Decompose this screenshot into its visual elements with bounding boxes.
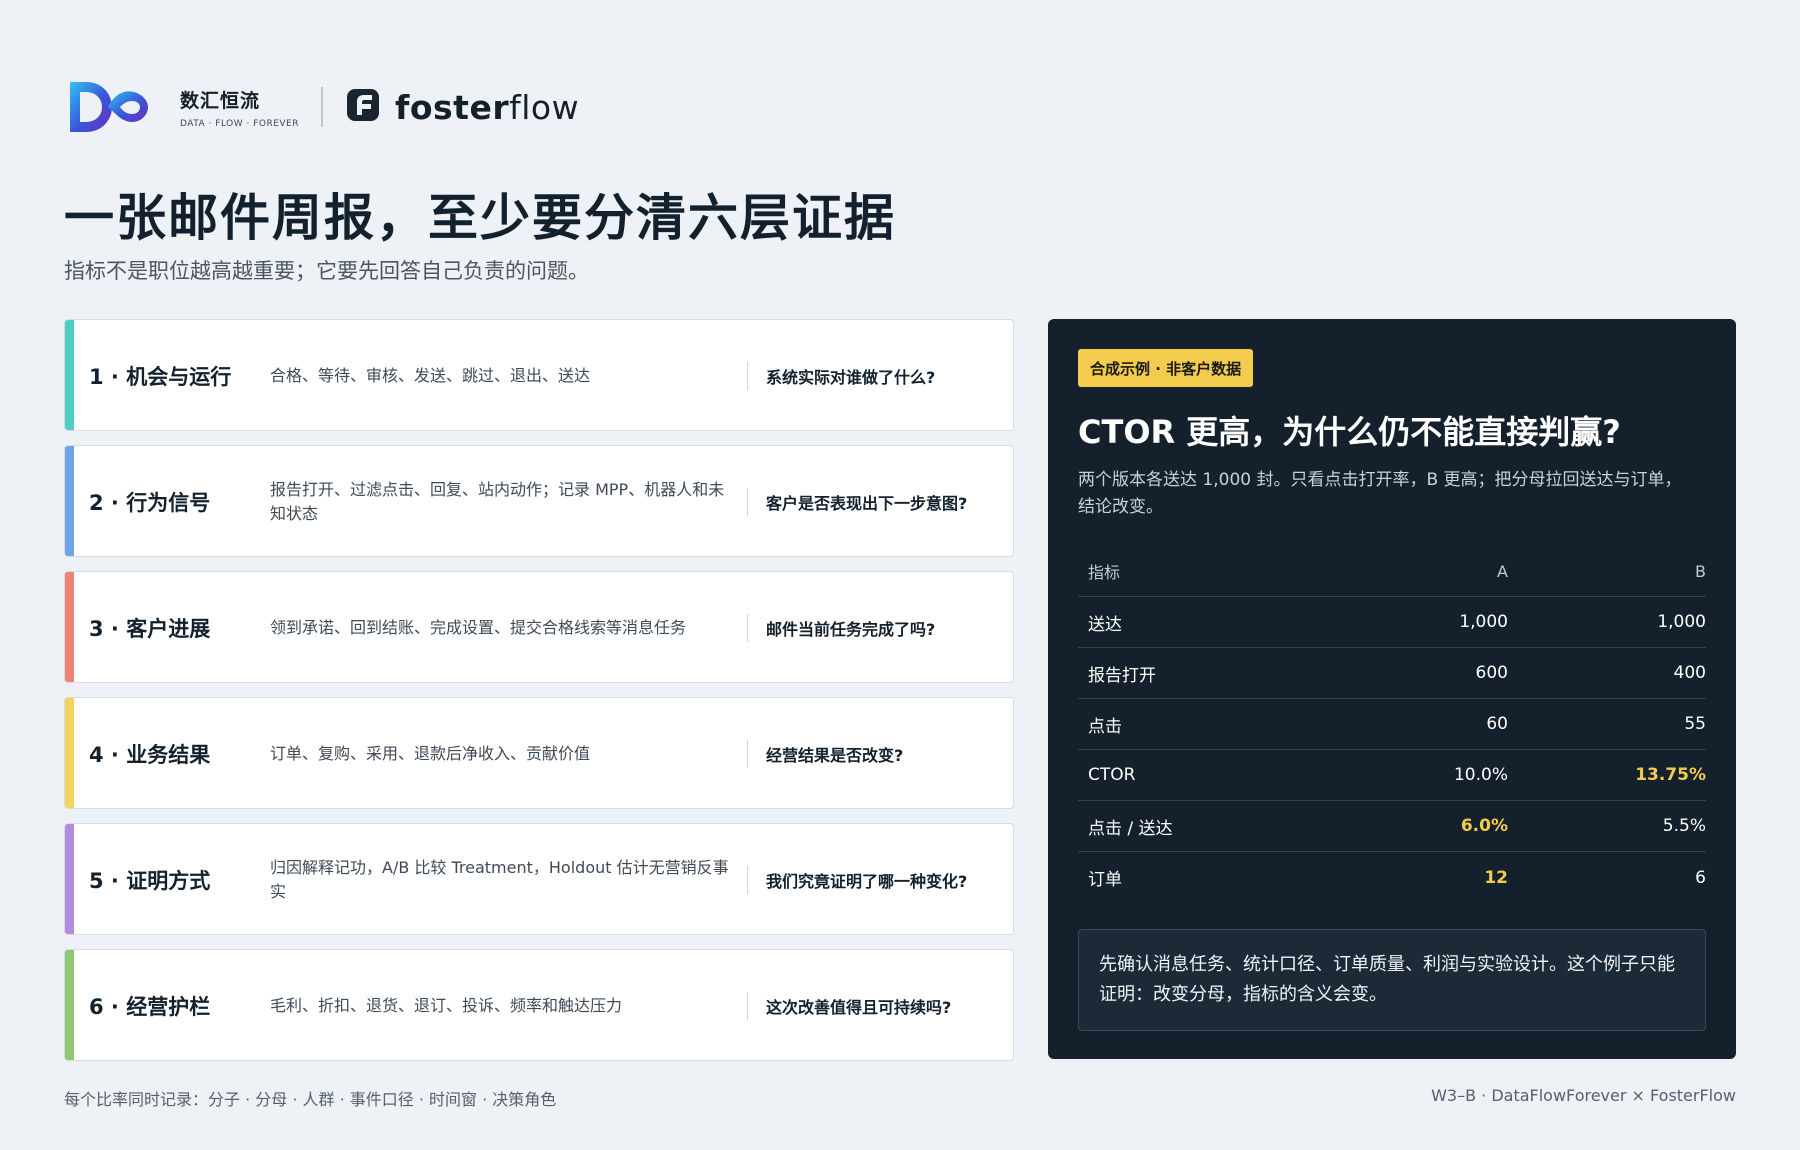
layer-card: 2 · 行为信号 报告打开、过滤点击、回复、站内动作；记录 MPP、机器人和未知…: [64, 445, 1014, 557]
table-row: CTOR 10.0% 13.75%: [1078, 750, 1706, 801]
value-b: 1,000: [1657, 612, 1706, 632]
layer-accent-bar: [65, 446, 74, 556]
value-b: 5.5%: [1662, 816, 1706, 836]
value-b: 13.75%: [1635, 765, 1706, 785]
table-row: 点击 60 55: [1078, 699, 1706, 750]
value-a: 600: [1475, 663, 1508, 683]
layer-accent-bar: [65, 320, 74, 430]
brand-name: 数汇恒流: [180, 89, 261, 112]
brand-tagline: DATA · FLOW · FOREVER: [180, 118, 300, 129]
layer-card: 6 · 经营护栏 毛利、折扣、退货、退订、投诉、频率和触达压力 这次改善值得且可…: [64, 949, 1014, 1061]
value-b: 400: [1673, 663, 1706, 683]
table-row: 报告打开 600 400: [1078, 648, 1706, 699]
layer-accent-bar: [65, 698, 74, 808]
page-subtitle: 指标不是职位越高越重要；它要先回答自己负责的问题。: [64, 259, 589, 283]
infinity-loop-logo-icon: [64, 74, 152, 140]
layer-question: 这次改善值得且可持续吗?: [766, 998, 952, 1017]
table-header-row: 指标 A B: [1078, 546, 1706, 597]
partner-wordmark-bold: foster: [395, 87, 510, 127]
layer-divider: [747, 740, 748, 768]
layer-divider: [747, 362, 748, 390]
layer-description: 归因解释记功，A/B 比较 Treatment，Holdout 估计无营销反事实: [270, 858, 729, 901]
partner-logo: fosterflow: [345, 87, 579, 127]
value-a: 12: [1484, 867, 1508, 888]
layer-card: 5 · 证明方式 归因解释记功，A/B 比较 Treatment，Holdout…: [64, 823, 1014, 935]
page-title: 一张邮件周报，至少要分清六层证据: [64, 189, 896, 247]
example-panel: 合成示例 · 非客户数据 CTOR 更高，为什么仍不能直接判赢? 两个版本各送达…: [1048, 319, 1736, 1059]
layer-accent-bar: [65, 824, 74, 934]
value-a: 10.0%: [1453, 765, 1508, 785]
layer-question: 邮件当前任务完成了吗?: [766, 620, 936, 639]
layer-question: 系统实际对谁做了什么?: [766, 368, 936, 387]
footer-credit: W3–B · DataFlowForever × FosterFlow: [1431, 1086, 1736, 1105]
conclusion-note: 先确认消息任务、统计口径、订单质量、利润与实验设计。这个例子只能证明：改变分母，…: [1078, 929, 1706, 1031]
metric-label: 点击: [1088, 716, 1122, 737]
layer-question: 客户是否表现出下一步意图?: [766, 494, 968, 513]
layer-accent-bar: [65, 950, 74, 1060]
evidence-layers: 1 · 机会与运行 合格、等待、审核、发送、跳过、退出、送达 系统实际对谁做了什…: [64, 319, 1014, 1075]
header-divider: [321, 87, 324, 127]
table-row: 点击 / 送达 6.0% 5.5%: [1078, 801, 1706, 852]
layer-title: 5 · 证明方式: [89, 869, 211, 893]
layer-card: 4 · 业务结果 订单、复购、采用、退款后净收入、贡献价值 经营结果是否改变?: [64, 697, 1014, 809]
brand-logo: 数汇恒流 DATA · FLOW · FOREVER: [64, 74, 299, 140]
metric-label: 点击 / 送达: [1088, 818, 1173, 839]
layer-description: 订单、复购、采用、退款后净收入、贡献价值: [270, 744, 591, 763]
layer-description: 毛利、折扣、退货、退订、投诉、频率和触达压力: [270, 996, 623, 1015]
panel-description: 两个版本各送达 1,000 封。只看点击打开率，B 更高；把分母拉回送达与订单，…: [1078, 470, 1682, 517]
partner-wordmark-light: flow: [509, 87, 580, 127]
layer-title: 3 · 客户进展: [89, 617, 211, 641]
table-header-a: A: [1497, 561, 1508, 581]
layer-description: 领到承诺、回到结账、完成设置、提交合格线索等消息任务: [270, 618, 687, 637]
layer-divider: [747, 992, 748, 1020]
metric-label: 送达: [1088, 614, 1122, 635]
panel-title: CTOR 更高，为什么仍不能直接判赢?: [1078, 413, 1621, 451]
value-a: 60: [1486, 714, 1508, 734]
layer-question: 我们究竟证明了哪一种变化?: [766, 872, 968, 891]
value-a: 1,000: [1459, 612, 1508, 632]
synthetic-example-badge: 合成示例 · 非客户数据: [1078, 349, 1254, 387]
layer-title: 2 · 行为信号: [89, 491, 211, 515]
header: 数汇恒流 DATA · FLOW · FOREVER fosterflow: [64, 74, 579, 140]
value-b: 6: [1695, 867, 1706, 888]
value-a: 6.0%: [1460, 816, 1508, 836]
fosterflow-f-logo-icon: [345, 87, 381, 127]
layer-divider: [747, 614, 748, 642]
layer-divider: [747, 866, 748, 894]
value-b: 55: [1684, 714, 1706, 734]
table-row: 订单 12 6: [1078, 852, 1706, 903]
layer-card: 1 · 机会与运行 合格、等待、审核、发送、跳过、退出、送达 系统实际对谁做了什…: [64, 319, 1014, 431]
layer-title: 6 · 经营护栏: [89, 995, 211, 1019]
table-header-metric: 指标: [1088, 563, 1121, 582]
layer-accent-bar: [65, 572, 74, 682]
layer-divider: [747, 488, 748, 516]
metric-label: 订单: [1088, 870, 1122, 890]
comparison-table: 指标 A B 送达 1,000 1,000 报告打开 600 400 点击 60…: [1078, 546, 1706, 903]
layer-title: 4 · 业务结果: [89, 743, 211, 767]
metric-label: 报告打开: [1088, 665, 1156, 686]
layer-title: 1 · 机会与运行: [89, 365, 232, 389]
layer-description: 报告打开、过滤点击、回复、站内动作；记录 MPP、机器人和未知状态: [270, 480, 725, 523]
table-row: 送达 1,000 1,000: [1078, 597, 1706, 648]
layer-card: 3 · 客户进展 领到承诺、回到结账、完成设置、提交合格线索等消息任务 邮件当前…: [64, 571, 1014, 683]
layer-description: 合格、等待、审核、发送、跳过、退出、送达: [270, 366, 591, 385]
footer-note: 每个比率同时记录：分子 · 分母 · 人群 · 事件口径 · 时间窗 · 决策角…: [64, 1090, 557, 1109]
table-header-b: B: [1695, 561, 1706, 581]
partner-wordmark: fosterflow: [395, 88, 579, 127]
metric-label: CTOR: [1088, 765, 1136, 785]
layer-question: 经营结果是否改变?: [766, 746, 904, 765]
